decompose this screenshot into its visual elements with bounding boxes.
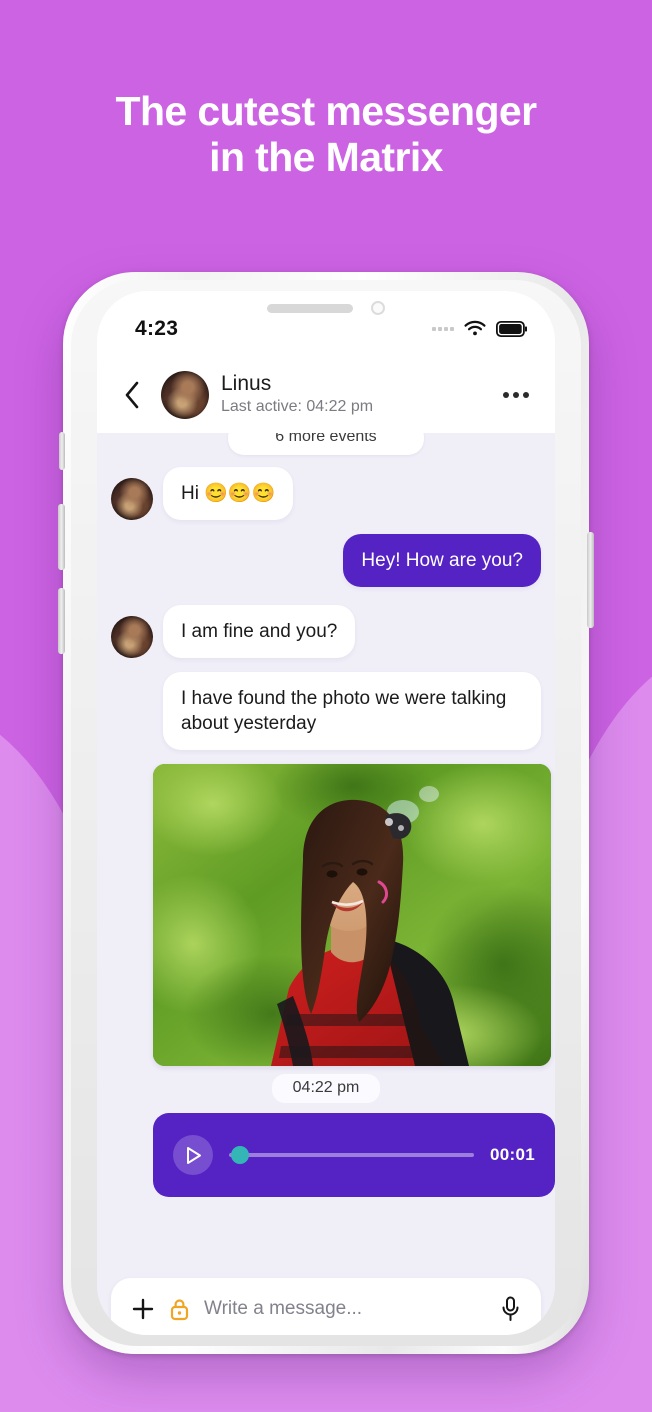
more-horizontal-icon [503, 392, 509, 398]
message-bubble[interactable]: Hey! How are you? [343, 534, 541, 588]
more-options-button[interactable] [501, 386, 531, 404]
message-composer[interactable] [111, 1278, 541, 1335]
play-icon [186, 1146, 201, 1164]
play-button[interactable] [173, 1135, 213, 1176]
chat-header: Linus Last active: 04:22 pm [97, 367, 555, 433]
promo-screenshot: The cutest messenger in the Matrix 4:23 [0, 0, 652, 1412]
voice-progress-knob[interactable] [231, 1146, 249, 1165]
message-row-outgoing: Hey! How are you? [111, 534, 541, 588]
photo-attachment[interactable] [153, 764, 551, 1067]
phone-silence-switch[interactable] [59, 432, 65, 470]
status-bar-clock: 4:23 [135, 317, 179, 340]
wifi-icon [464, 320, 486, 336]
promo-headline: The cutest messenger in the Matrix [0, 88, 652, 181]
contact-avatar[interactable] [161, 371, 209, 419]
voice-duration: 00:01 [490, 1145, 535, 1165]
headline-line-1: The cutest messenger [115, 88, 538, 134]
more-events-pill[interactable]: 6 more events [228, 433, 424, 455]
signal-dots-icon [432, 327, 454, 331]
voice-message-bubble[interactable]: 00:01 [153, 1113, 555, 1198]
front-camera-icon [371, 301, 385, 315]
message-row-incoming: I have found the photo we were talking a… [111, 672, 541, 751]
message-bubble[interactable]: Hi 😊😊😊 [163, 467, 294, 521]
photo-attachment-image [153, 764, 551, 1067]
lock-icon[interactable] [169, 1297, 190, 1321]
message-row-incoming: I am fine and you? [111, 605, 541, 659]
phone-notch [267, 301, 385, 315]
plus-icon[interactable] [131, 1297, 155, 1321]
message-avatar[interactable] [111, 478, 153, 521]
voice-progress-track [229, 1153, 475, 1158]
phone-volume-down-button[interactable] [58, 588, 65, 654]
composer-area [97, 1268, 555, 1335]
message-bubble[interactable]: I have found the photo we were talking a… [163, 672, 541, 751]
message-timestamp: 04:22 pm [272, 1074, 380, 1104]
contact-last-active: Last active: 04:22 pm [221, 398, 374, 416]
chevron-left-icon [125, 381, 139, 409]
earpiece-speaker [267, 303, 353, 313]
status-bar: 4:23 [97, 291, 555, 367]
phone-volume-up-button[interactable] [58, 504, 65, 570]
message-row-incoming: Hi 😊😊😊 [111, 467, 541, 521]
message-input[interactable] [204, 1298, 486, 1320]
contact-info: Linus Last active: 04:22 pm [221, 372, 489, 419]
microphone-icon[interactable] [500, 1296, 521, 1322]
back-button[interactable] [115, 378, 149, 412]
message-avatar[interactable] [111, 616, 153, 659]
voice-progress-slider[interactable] [229, 1146, 475, 1165]
phone-power-button[interactable] [587, 532, 594, 628]
contact-name: Linus [221, 371, 272, 395]
battery-full-icon [496, 321, 527, 337]
phone-screen: 4:23 Linus Last active: 04:22 pm 6 more … [97, 291, 555, 1335]
status-bar-indicators [432, 320, 527, 338]
headline-line-2: in the Matrix [209, 134, 443, 181]
message-list[interactable]: 6 more events Hi 😊😊😊 Hey! How are you? I… [97, 433, 555, 1268]
message-bubble[interactable]: I am fine and you? [163, 605, 356, 659]
phone-mockup: 4:23 Linus Last active: 04:22 pm 6 more … [58, 272, 594, 1354]
